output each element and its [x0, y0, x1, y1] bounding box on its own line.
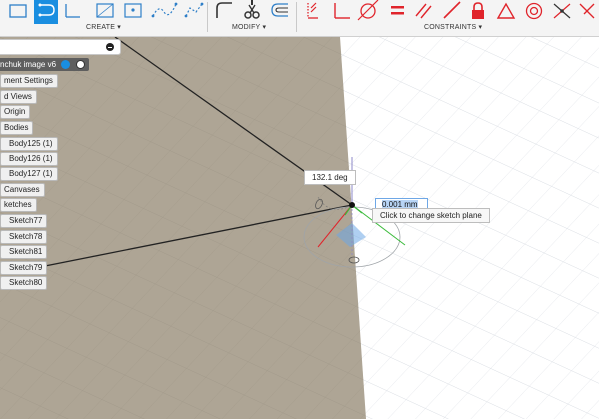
collapse-icon[interactable] [106, 43, 114, 51]
browser-item-sketch78[interactable]: Sketch78 [0, 230, 48, 244]
perpendicular-constraint-icon[interactable] [330, 0, 354, 24]
line-icon[interactable] [62, 0, 86, 24]
polyline-icon[interactable] [34, 0, 58, 24]
browser-item-sketch81[interactable]: Sketch81 [0, 245, 48, 259]
equal-constraint-icon[interactable] [386, 0, 410, 24]
sketch-plane-tooltip: Click to change sketch plane [372, 208, 490, 223]
browser-root-component[interactable]: nchuk image v6 [0, 58, 89, 71]
curve-icon[interactable] [182, 0, 206, 24]
browser-item-sketch79[interactable]: Sketch79 [0, 261, 48, 275]
canvas-viewport[interactable] [0, 37, 599, 419]
concentric-constraint-icon[interactable] [522, 0, 546, 24]
midpoint-constraint-icon[interactable] [494, 0, 518, 24]
sketch-grid [0, 37, 599, 419]
trim-scissors-icon[interactable] [240, 0, 264, 24]
browser-item-document-settings[interactable]: ment Settings [0, 74, 58, 88]
browser-item-bodies[interactable]: Bodies [0, 121, 34, 135]
browser-item-sketches[interactable]: ketches [0, 198, 37, 212]
symmetry-constraint-icon[interactable] [576, 0, 599, 24]
coincident-constraint-icon[interactable] [550, 0, 574, 24]
browser-item-named-views[interactable]: d Views [0, 90, 37, 104]
offset-icon[interactable] [268, 0, 292, 24]
constraints-menu[interactable]: CONSTRAINTS ▾ [424, 23, 482, 31]
browser-item-body126[interactable]: Body126 (1) [0, 152, 58, 166]
separator [296, 2, 297, 32]
radio-icon[interactable] [75, 60, 85, 70]
fix-lock-icon[interactable] [466, 0, 490, 24]
browser-item-sketch77[interactable]: Sketch77 [0, 214, 48, 228]
browser-item-canvases[interactable]: Canvases [0, 183, 45, 197]
point-icon[interactable] [122, 0, 146, 24]
horizontal-vertical-constraint-icon[interactable] [302, 0, 326, 24]
activate-icon[interactable] [61, 60, 71, 70]
parallel-constraint-icon[interactable] [412, 0, 436, 24]
browser-item-body127[interactable]: Body127 (1) [0, 167, 58, 181]
browser-item-sketch80[interactable]: Sketch80 [0, 276, 48, 290]
slot-icon[interactable] [94, 0, 118, 24]
modify-menu[interactable]: MODIFY ▾ [232, 23, 266, 31]
browser-item-origin[interactable]: Origin [0, 105, 31, 119]
tangent-constraint-icon[interactable] [356, 0, 380, 24]
browser-item-body125[interactable]: Body125 (1) [0, 137, 58, 151]
spline-icon[interactable] [150, 0, 178, 24]
root-component-label: nchuk image v6 [0, 60, 57, 69]
toolbar: CREATE ▾ MODIFY ▾ CONSTRAINTS ▾ [0, 0, 599, 37]
browser-panel-header [0, 39, 121, 55]
create-menu[interactable]: CREATE ▾ [86, 23, 121, 31]
rectangle-icon[interactable] [6, 0, 30, 24]
separator [207, 2, 208, 32]
collinear-constraint-icon[interactable] [440, 0, 464, 24]
angle-dimension-label[interactable]: 132.1 deg [304, 170, 356, 185]
fillet-icon[interactable] [212, 0, 236, 24]
